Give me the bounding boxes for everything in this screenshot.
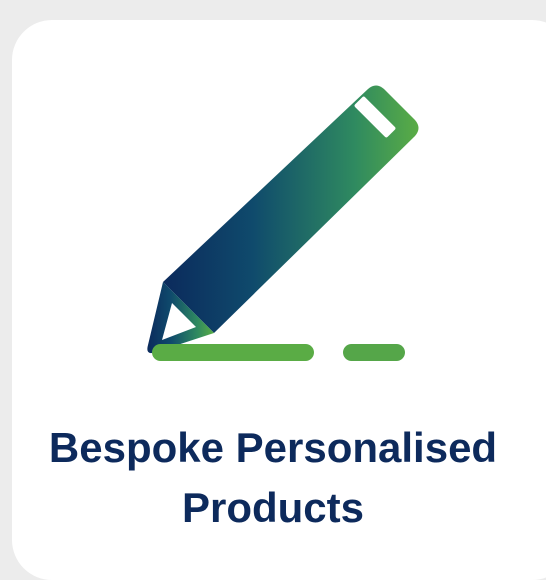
pencil-writing-icon	[0, 0, 546, 400]
writing-line-short	[343, 344, 405, 361]
card-title-line2: Products	[181, 484, 365, 531]
writing-line-long	[152, 344, 314, 361]
card-title-line1: Bespoke Personalised	[48, 424, 498, 471]
card-title: Bespoke Personalised Products	[0, 418, 546, 538]
